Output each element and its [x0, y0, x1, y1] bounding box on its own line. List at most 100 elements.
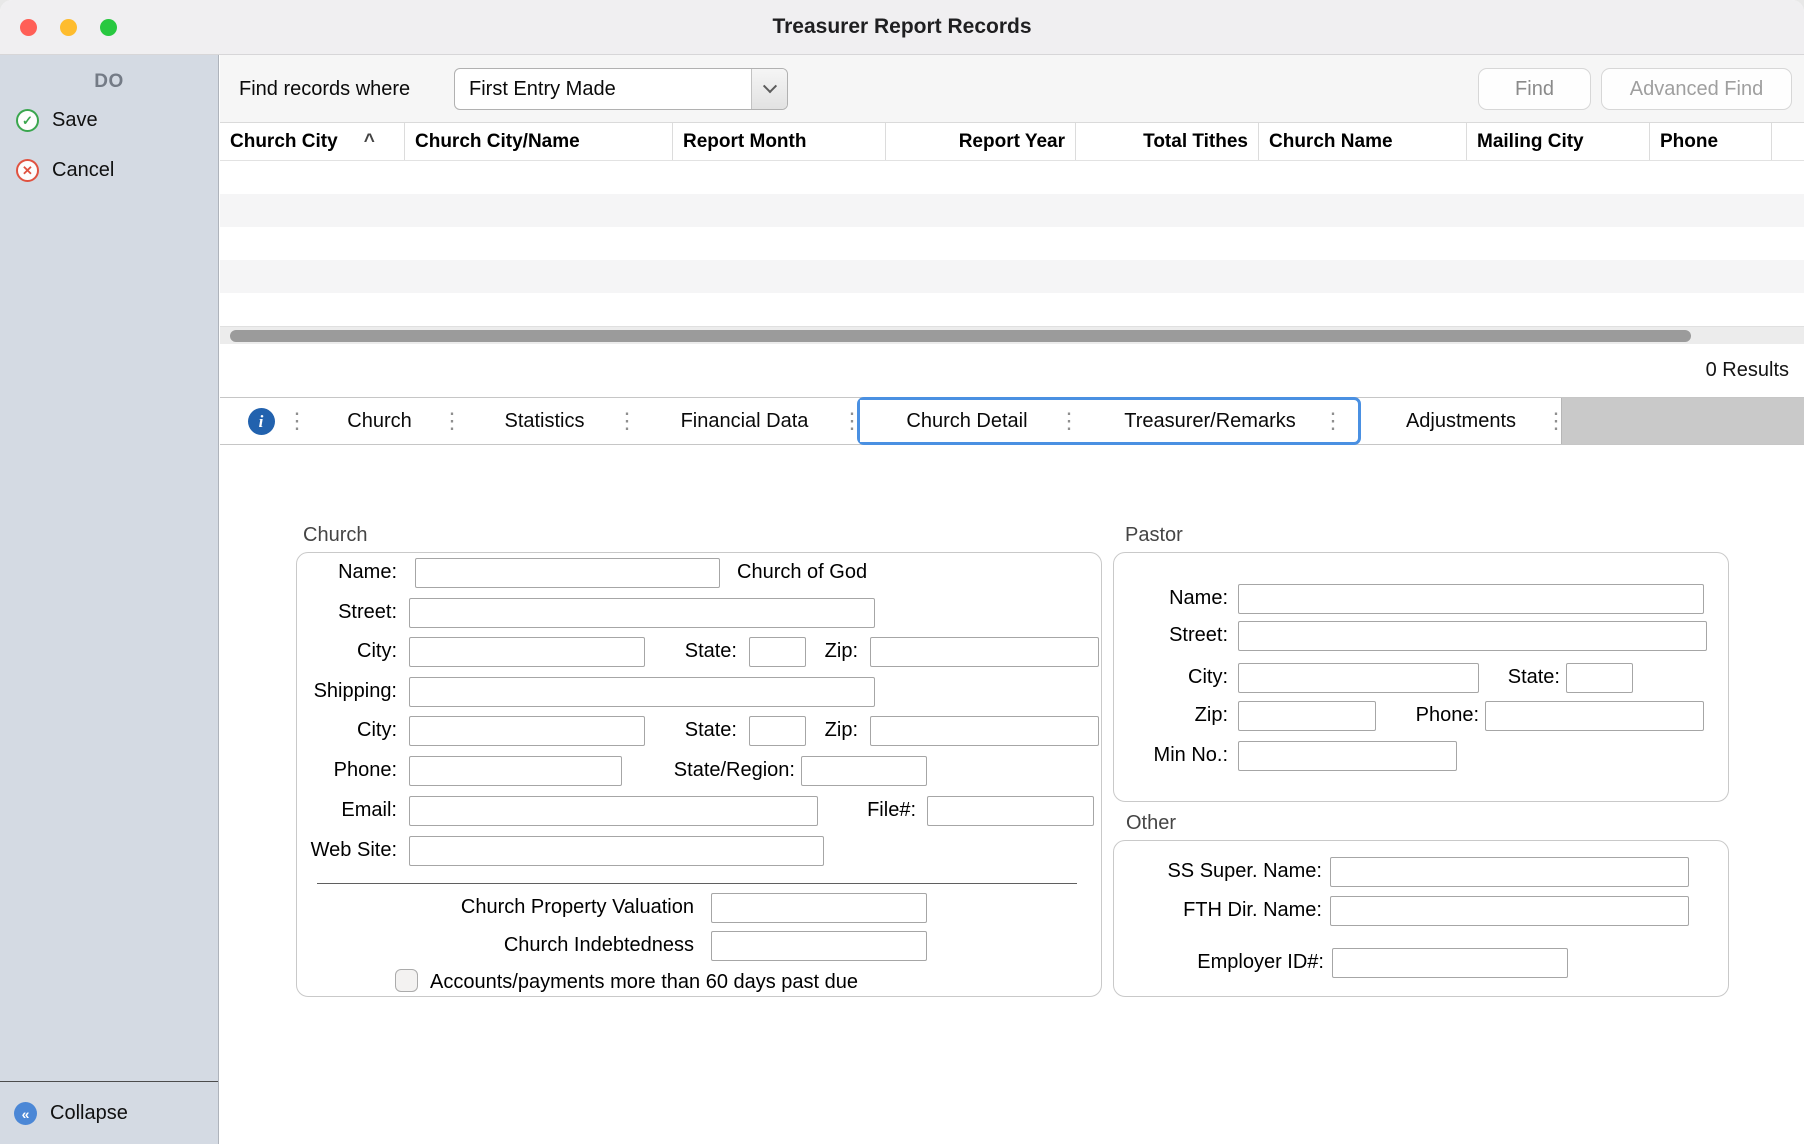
tab-financial-data[interactable]: Financial Data ⋮: [632, 398, 857, 444]
ss-super-name-label: SS Super. Name:: [1124, 860, 1322, 883]
tab-separator-icon: ⋮: [616, 410, 638, 432]
employer-id-label: Employer ID#:: [1124, 951, 1324, 974]
past-due-checkbox[interactable]: [395, 969, 418, 992]
info-icon[interactable]: i: [248, 408, 275, 435]
save-label: Save: [52, 109, 98, 132]
results-count: 0 Results: [1706, 359, 1789, 382]
save-check-icon: ✓: [16, 109, 39, 132]
horizontal-scrollbar[interactable]: [220, 326, 1804, 344]
dropdown-button[interactable]: [751, 69, 787, 109]
pastor-street-label: Street:: [1118, 624, 1228, 647]
column-header-label: Report Month: [683, 131, 806, 153]
table-header: Church City ^ Church City/Name Report Mo…: [220, 123, 1804, 161]
shipping-zip-input[interactable]: [870, 716, 1099, 746]
other-group-legend: Other: [1126, 812, 1176, 835]
find-criteria-dropdown[interactable]: First Entry Made: [454, 68, 788, 110]
tab-strip-filler: [1561, 398, 1804, 444]
shipping-street-input[interactable]: [409, 677, 875, 707]
fth-dir-name-input[interactable]: [1330, 896, 1689, 926]
column-header-church-city[interactable]: Church City ^: [220, 123, 405, 160]
tab-separator-icon: ⋮: [1545, 410, 1567, 432]
table-body: [220, 161, 1804, 326]
close-window-button[interactable]: [20, 19, 37, 36]
church-state-input[interactable]: [749, 637, 806, 667]
sidebar-item-save[interactable]: ✓ Save: [0, 97, 218, 143]
pastor-zip-input[interactable]: [1238, 701, 1376, 731]
tab-church[interactable]: Church ⋮: [302, 398, 457, 444]
minimize-window-button[interactable]: [60, 19, 77, 36]
other-group-box: SS Super. Name: FTH Dir. Name: Employer …: [1113, 840, 1729, 997]
table-row: [220, 227, 1804, 260]
church-city-label: City:: [297, 640, 397, 663]
church-group-box: Name: Church of God Street: City: State:…: [296, 552, 1102, 997]
pastor-phone-input[interactable]: [1485, 701, 1704, 731]
tab-treasurer-remarks[interactable]: Treasurer/Remarks ⋮: [1074, 400, 1346, 442]
pastor-group-box: Name: Street: City: State: Zip: Phone: M…: [1113, 552, 1729, 802]
shipping-city-label: City:: [297, 719, 397, 742]
column-header-report-year[interactable]: Report Year: [886, 123, 1076, 160]
church-street-input[interactable]: [409, 598, 875, 628]
pastor-name-label: Name:: [1118, 587, 1228, 610]
tab-adjustments[interactable]: Adjustments ⋮: [1361, 398, 1561, 444]
cancel-x-icon: ✕: [16, 159, 39, 182]
tab-church-detail[interactable]: Church Detail ⋮: [860, 400, 1074, 442]
property-valuation-label: Church Property Valuation: [357, 896, 694, 919]
website-input[interactable]: [409, 836, 824, 866]
column-header-report-month[interactable]: Report Month: [673, 123, 886, 160]
church-email-label: Email:: [297, 799, 397, 822]
collapse-label: Collapse: [50, 1102, 128, 1125]
find-records-where-label: Find records where: [239, 55, 410, 123]
collapse-chevrons-icon: «: [14, 1102, 37, 1125]
min-no-label: Min No.:: [1118, 744, 1228, 767]
column-header-total-tithes[interactable]: Total Tithes: [1076, 123, 1259, 160]
column-header-label: Phone: [1660, 131, 1718, 153]
indebtedness-input[interactable]: [711, 931, 927, 961]
church-of-god-text: Church of God: [737, 561, 867, 584]
tab-label: Financial Data: [681, 410, 809, 433]
church-email-input[interactable]: [409, 796, 818, 826]
ss-super-name-input[interactable]: [1330, 857, 1689, 887]
shipping-zip-label: Zip:: [810, 719, 858, 742]
pastor-city-input[interactable]: [1238, 663, 1479, 693]
church-group-legend: Church: [303, 524, 367, 547]
sidebar-item-cancel[interactable]: ✕ Cancel: [0, 147, 218, 193]
state-region-input[interactable]: [801, 756, 927, 786]
shipping-label: Shipping:: [297, 680, 397, 703]
titlebar: Treasurer Report Records: [0, 0, 1804, 55]
employer-id-input[interactable]: [1332, 948, 1568, 978]
app-window: Treasurer Report Records DO ✓ Save ✕ Can…: [0, 0, 1804, 1144]
tab-label: Statistics: [504, 410, 584, 433]
church-zip-input[interactable]: [870, 637, 1099, 667]
scrollbar-thumb[interactable]: [230, 330, 1691, 342]
min-no-input[interactable]: [1238, 741, 1457, 771]
tab-statistics[interactable]: Statistics ⋮: [457, 398, 632, 444]
results-row: 0 Results: [220, 344, 1804, 397]
pastor-street-input[interactable]: [1238, 621, 1707, 651]
column-header-mailing-city[interactable]: Mailing City: [1467, 123, 1650, 160]
church-zip-label: Zip:: [810, 640, 858, 663]
table-row: [220, 194, 1804, 227]
column-header-church-city-name[interactable]: Church City/Name: [405, 123, 673, 160]
shipping-state-input[interactable]: [749, 716, 806, 746]
tab-bar: i ⋮ Church ⋮ Statistics ⋮ Financial Data…: [220, 397, 1804, 445]
church-city-input[interactable]: [409, 637, 645, 667]
find-button[interactable]: Find: [1478, 68, 1591, 110]
pastor-name-input[interactable]: [1238, 584, 1704, 614]
column-header-phone[interactable]: Phone: [1650, 123, 1772, 160]
file-number-input[interactable]: [927, 796, 1094, 826]
zoom-window-button[interactable]: [100, 19, 117, 36]
sidebar-header: DO: [0, 71, 218, 93]
church-name-input[interactable]: [415, 558, 720, 588]
church-phone-input[interactable]: [409, 756, 622, 786]
sort-ascending-icon: ^: [364, 131, 375, 153]
column-header-label: Church City/Name: [415, 131, 580, 153]
pastor-group-legend: Pastor: [1125, 524, 1183, 547]
property-valuation-input[interactable]: [711, 893, 927, 923]
tab-separator-icon: ⋮: [441, 410, 463, 432]
column-header-church-name[interactable]: Church Name: [1259, 123, 1467, 160]
collapse-button[interactable]: « Collapse: [0, 1083, 218, 1144]
state-region-label: State/Region:: [617, 759, 795, 782]
pastor-state-input[interactable]: [1566, 663, 1633, 693]
shipping-city-input[interactable]: [409, 716, 645, 746]
advanced-find-button[interactable]: Advanced Find: [1601, 68, 1792, 110]
